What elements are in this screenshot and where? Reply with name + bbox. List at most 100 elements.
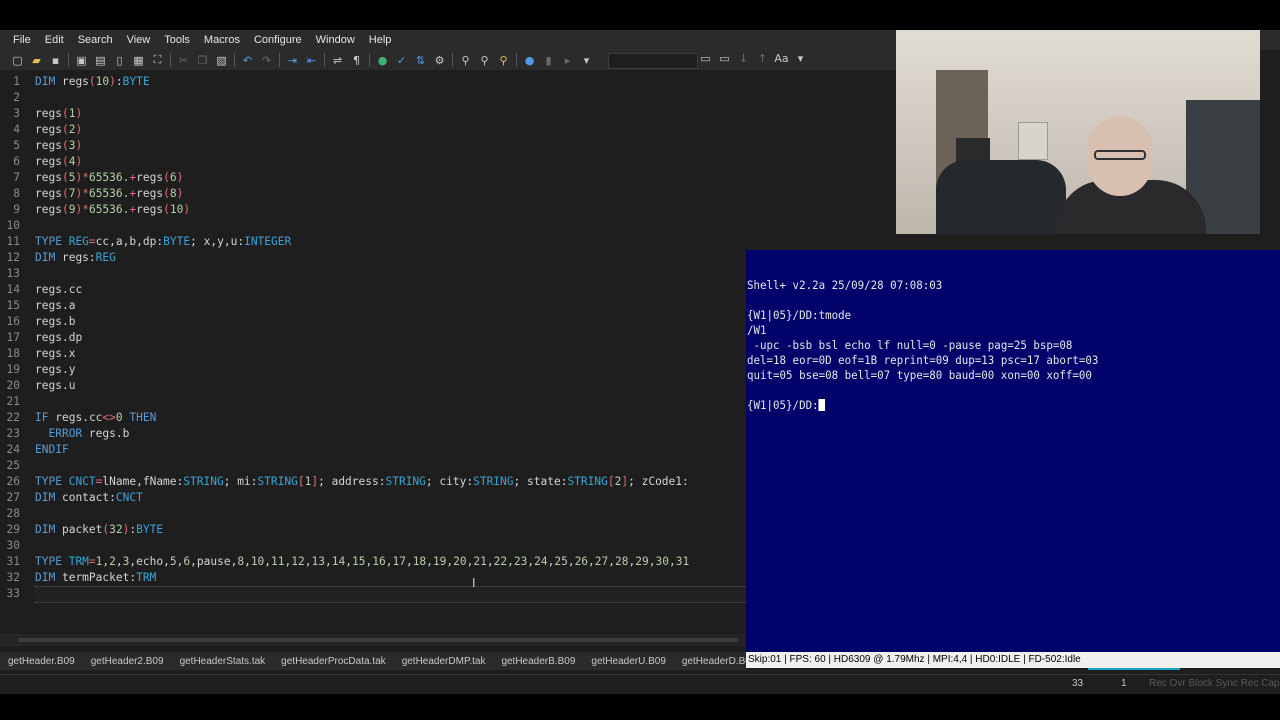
menu-view[interactable]: View — [120, 34, 158, 46]
find-prev-icon[interactable]: ▭ — [715, 52, 734, 65]
open-folder-icon[interactable]: ▰ — [27, 54, 46, 67]
tab-getheaderd-b09[interactable]: getHeaderD.B09 — [674, 656, 747, 667]
terminal-line: Shell+ v2.2a 25/09/28 07:08:03 — [747, 278, 943, 292]
tab-getheader2-b09[interactable]: getHeader2.B09 — [83, 656, 172, 667]
bottom-letterbox — [0, 694, 1280, 720]
code-line[interactable]: 20 regs.u — [0, 378, 747, 394]
menu-file[interactable]: File — [6, 34, 38, 46]
code-line[interactable]: 25 — [0, 458, 747, 474]
code-line[interactable]: 14 regs.cc — [0, 282, 747, 298]
document-icon[interactable]: ▯ — [110, 54, 129, 67]
code-line[interactable]: 32 DIM termPacket:TRM — [0, 570, 747, 586]
code-line[interactable]: 4 regs(2) — [0, 122, 747, 138]
sort-icon[interactable]: ⇅ — [411, 54, 430, 67]
copy-icon[interactable]: ❐ — [193, 54, 212, 67]
menu-tools[interactable]: Tools — [157, 34, 197, 46]
code-line[interactable]: 6 regs(4) — [0, 154, 747, 170]
line-number: 20 — [6, 379, 20, 392]
line-text: regs.b — [35, 315, 76, 328]
arrow-down-icon[interactable]: ↓ — [734, 52, 753, 65]
menu-configure[interactable]: Configure — [247, 34, 309, 46]
tab-getheaderb-b09[interactable]: getHeaderB.B09 — [493, 656, 583, 667]
record-macro-icon[interactable]: ● — [520, 54, 539, 67]
code-line[interactable]: 28 — [0, 506, 747, 522]
save-icon[interactable]: ▪ — [46, 54, 65, 67]
code-line[interactable]: 15 regs.a — [0, 298, 747, 314]
menu-help[interactable]: Help — [362, 34, 399, 46]
code-line[interactable]: 22 IF regs.cc<>0 THEN — [0, 410, 747, 426]
fullscreen-icon[interactable]: ⛶ — [148, 53, 167, 67]
code-line[interactable]: 29 DIM packet(32):BYTE — [0, 522, 747, 538]
horizontal-scrollbar[interactable] — [0, 634, 747, 646]
code-line[interactable]: 2 — [0, 90, 747, 106]
find-icon[interactable]: ⚲ — [456, 54, 475, 67]
menu-edit[interactable]: Edit — [38, 34, 71, 46]
undo-icon[interactable]: ↶ — [238, 54, 257, 67]
code-line[interactable]: 16 regs.b — [0, 314, 747, 330]
stop-macro-icon[interactable]: ▮ — [539, 54, 558, 67]
code-line[interactable]: 30 — [0, 538, 747, 554]
status-flags: Rec Ovr Block Sync Rec Caps — [1149, 678, 1280, 689]
close-file-icon[interactable]: ▤ — [91, 54, 110, 67]
tab-getheader-b09[interactable]: getHeader.B09 — [0, 656, 83, 667]
find-replace-icon[interactable]: ⚲ — [494, 54, 513, 67]
match-case-dropdown-icon[interactable]: ▾ — [791, 52, 810, 65]
code-line[interactable]: 3 regs(1) — [0, 106, 747, 122]
code-line[interactable]: 10 — [0, 218, 747, 234]
line-text: DIM regs:REG — [35, 251, 116, 264]
match-case-icon[interactable]: Aa — [772, 52, 791, 65]
scrollbar-thumb[interactable] — [18, 638, 738, 642]
line-number: 26 — [6, 475, 20, 488]
code-line[interactable]: 13 — [0, 266, 747, 282]
save-all-icon[interactable]: ▣ — [72, 54, 91, 67]
menu-search[interactable]: Search — [71, 34, 120, 46]
line-number: 21 — [6, 395, 20, 408]
code-line[interactable]: 9 regs(9)*65536.+regs(10) — [0, 202, 747, 218]
tools-icon[interactable]: ⚙ — [430, 54, 449, 67]
cut-icon[interactable]: ✂ — [174, 54, 193, 67]
tab-getheaderstats-tak[interactable]: getHeaderStats.tak — [172, 656, 274, 667]
code-line[interactable]: 7 regs(5)*65536.+regs(6) — [0, 170, 747, 186]
code-line[interactable]: 33 — [0, 586, 747, 602]
code-line[interactable]: 24 ENDIF — [0, 442, 747, 458]
indent-icon[interactable]: ⇥ — [283, 54, 302, 67]
word-wrap-icon[interactable]: ⇌ — [328, 54, 347, 67]
code-line[interactable]: 31 TYPE TRM=1,2,3,echo,5,6,pause,8,10,11,… — [0, 554, 747, 570]
webcam-electrical-panel — [1018, 122, 1048, 160]
find-in-files-icon[interactable]: ⚲ — [475, 54, 494, 67]
code-line[interactable]: 11 TYPE REG=cc,a,b,dp:BYTE; x,y,u:INTEGER — [0, 234, 747, 250]
menu-window[interactable]: Window — [309, 34, 362, 46]
code-editor[interactable]: 1 DIM regs(10):BYTE 2 3 regs(1) 4 regs(2) 5 regs… — [0, 74, 747, 634]
print-icon[interactable]: ▦ — [129, 54, 148, 67]
play-macro-icon[interactable]: ▸ — [558, 54, 577, 67]
spell-check-icon[interactable]: ✓ — [392, 54, 411, 67]
code-line[interactable]: 5 regs(3) — [0, 138, 747, 154]
code-line[interactable]: 12 DIM regs:REG — [0, 250, 747, 266]
code-line[interactable]: 23 ERROR regs.b — [0, 426, 747, 442]
find-next-icon[interactable]: ▭ — [696, 52, 715, 65]
emulator-screen[interactable]: Shell+ v2.2a 25/09/28 07:08:03 {W1|05}/DD… — [746, 250, 1280, 668]
terminal-line: /W1 — [747, 323, 767, 337]
show-whitespace-icon[interactable]: ¶ — [347, 54, 366, 67]
code-line[interactable]: 8 regs(7)*65536.+regs(8) — [0, 186, 747, 202]
redo-icon[interactable]: ↷ — [257, 54, 276, 67]
menu-macros[interactable]: Macros — [197, 34, 247, 46]
code-line[interactable]: 27 DIM contact:CNCT — [0, 490, 747, 506]
outdent-icon[interactable]: ⇤ — [302, 54, 321, 67]
arrow-up-icon[interactable]: ↑ — [753, 52, 772, 65]
code-line[interactable]: 19 regs.y — [0, 362, 747, 378]
tab-getheaderprocdata-tak[interactable]: getHeaderProcData.tak — [273, 656, 394, 667]
macro-dropdown-icon[interactable]: ▾ — [577, 54, 596, 67]
search-input[interactable] — [608, 53, 698, 69]
code-line[interactable]: 17 regs.dp — [0, 330, 747, 346]
new-file-icon[interactable]: ▢ — [8, 54, 27, 67]
browser-icon[interactable]: ● — [373, 54, 392, 67]
code-line[interactable]: 26 TYPE CNCT=lName,fName:STRING; mi:STRIN… — [0, 474, 747, 490]
tab-getheaderu-b09[interactable]: getHeaderU.B09 — [583, 656, 674, 667]
code-line[interactable]: 1 DIM regs(10):BYTE — [0, 74, 747, 90]
code-line[interactable]: 18 regs.x — [0, 346, 747, 362]
paste-icon[interactable]: ▧ — [212, 54, 231, 67]
tab-getheaderdmp-tak[interactable]: getHeaderDMP.tak — [394, 656, 494, 667]
code-line[interactable]: 21 — [0, 394, 747, 410]
